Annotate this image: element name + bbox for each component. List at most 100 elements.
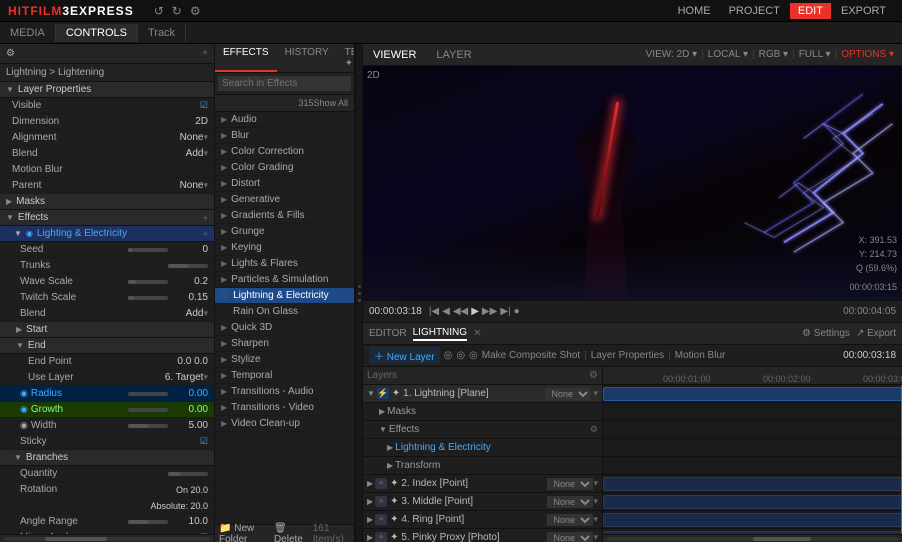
effect-trans-video[interactable]: ▶ Transitions - Video <box>215 400 354 416</box>
settings-btn[interactable]: ⚙ Settings <box>802 328 850 339</box>
tab-viewer[interactable]: VIEWER <box>363 46 426 64</box>
layer-properties-header[interactable]: ▼ Layer Properties <box>0 82 214 98</box>
nav-home[interactable]: HOME <box>670 3 719 19</box>
tab-track[interactable]: Track <box>138 24 186 42</box>
end-header[interactable]: ▼ End <box>0 338 214 354</box>
track-4-select[interactable]: None <box>547 514 593 526</box>
triangle-icon[interactable]: ▼ <box>379 425 387 434</box>
settings-icon[interactable]: ⚙ <box>190 4 201 18</box>
effect-keying[interactable]: ▶ Keying <box>215 240 354 256</box>
triangle-icon[interactable]: ▶ <box>367 497 373 506</box>
tab-history[interactable]: HISTORY <box>277 44 337 72</box>
triangle-icon[interactable]: ▶ <box>367 533 373 542</box>
triangle-icon[interactable]: ▼ <box>367 389 375 398</box>
redo-icon[interactable]: ↻ <box>172 4 182 18</box>
add-icon[interactable]: + <box>202 48 208 59</box>
triangle-icon[interactable]: ▶ <box>387 461 393 470</box>
track-1-expand-icon[interactable]: ▾ <box>593 388 598 399</box>
lightning-more-icon[interactable]: + <box>203 229 208 239</box>
effect-audio[interactable]: ▶ Audio <box>215 112 354 128</box>
local-dropdown[interactable]: LOCAL ▾ <box>708 49 748 60</box>
effect-temporal[interactable]: ▶ Temporal <box>215 368 354 384</box>
tab-media[interactable]: MEDIA <box>0 24 56 42</box>
nav-edit[interactable]: EDIT <box>790 3 831 19</box>
play-back-btn[interactable]: ◀◀ <box>453 306 468 317</box>
new-layer-btn[interactable]: ＋ New Layer <box>369 347 440 364</box>
icon1[interactable]: ◎ <box>444 350 453 361</box>
start-header[interactable]: ▶ Start <box>0 322 214 338</box>
step-fwd-btn[interactable]: ▶| <box>500 306 510 317</box>
tab-effects[interactable]: EFFECTS <box>215 44 277 72</box>
show-all-row[interactable]: Show All 315 <box>215 95 354 112</box>
effect-distort[interactable]: ▶ Distort <box>215 176 354 192</box>
settings-icon-small[interactable]: ⚙ <box>589 370 598 381</box>
lightning-effect-header[interactable]: ▼ ◉ Lighting & Electricity + <box>0 226 214 242</box>
tab-layer[interactable]: LAYER <box>426 46 481 64</box>
make-composite-btn[interactable]: Make Composite Shot <box>482 350 580 361</box>
track-2-select[interactable]: None <box>547 478 593 490</box>
effect-blur[interactable]: ▶ Blur <box>215 128 354 144</box>
full-dropdown[interactable]: FULL ▾ <box>799 49 831 60</box>
new-folder-btn[interactable]: 📁 New Folder <box>219 523 268 542</box>
nav-export[interactable]: EXPORT <box>833 3 894 19</box>
play-btn[interactable]: ▶ <box>471 306 479 317</box>
effect-stylize[interactable]: ▶ Stylize <box>215 352 354 368</box>
tab-controls[interactable]: CONTROLS <box>56 24 138 42</box>
play-start-btn[interactable]: |◀ <box>429 306 439 317</box>
effect-lightning[interactable]: ☑ Lightning & Electricity <box>215 288 354 304</box>
triangle-icon[interactable]: ▶ <box>367 515 373 524</box>
effect-generative[interactable]: ▶ Generative <box>215 192 354 208</box>
delete-btn[interactable]: 🗑 Delete <box>274 523 307 542</box>
view-2d-dropdown[interactable]: VIEW: 2D ▾ <box>646 49 698 60</box>
tab-te[interactable]: TE ✦ <box>337 44 355 72</box>
coord-x: X: 391.53 <box>856 233 897 247</box>
effect-rain[interactable]: Rain On Glass <box>215 304 354 320</box>
play-fwd-btn[interactable]: ▶▶ <box>482 306 497 317</box>
clip-1[interactable] <box>603 387 902 401</box>
options-dropdown[interactable]: OPTIONS ▾ <box>841 49 894 60</box>
effects-header[interactable]: ▼ Effects + <box>0 210 214 226</box>
record-btn[interactable]: ● <box>514 306 520 317</box>
step-back-btn[interactable]: ◀ <box>442 306 450 317</box>
prop-wave-scale: Wave Scale 0.2 <box>0 274 214 290</box>
track-1-blend-select[interactable]: NoneAdd <box>545 388 591 400</box>
undo-icon[interactable]: ↺ <box>154 4 164 18</box>
effect-video-cleanup[interactable]: ▶ Video Clean-up <box>215 416 354 432</box>
effect-trans-audio[interactable]: ▶ Transitions - Audio <box>215 384 354 400</box>
layer-props-btn[interactable]: Layer Properties <box>591 350 664 361</box>
effect-color-correction[interactable]: ▶ Color Correction <box>215 144 354 160</box>
icon2[interactable]: ◎ <box>456 350 465 361</box>
effect-gradients[interactable]: ▶ Gradients & Fills <box>215 208 354 224</box>
close-tab-icon[interactable]: ✕ <box>473 328 481 339</box>
left-panel-scrollbar[interactable] <box>0 534 214 542</box>
track-3-select[interactable]: None <box>547 496 593 508</box>
clip-5[interactable] <box>603 531 902 534</box>
clip-4[interactable] <box>603 513 902 527</box>
clip-3[interactable] <box>603 495 902 509</box>
arrow-icon[interactable]: ▶ <box>379 407 385 416</box>
export-btn[interactable]: ↗ Export <box>856 328 896 339</box>
effect-sharpen[interactable]: ▶ Sharpen <box>215 336 354 352</box>
lightning-tab[interactable]: LIGHTNING <box>413 327 467 341</box>
effect-color-grading[interactable]: ▶ Color Grading <box>215 160 354 176</box>
triangle-icon[interactable]: ▶ <box>387 443 393 452</box>
motion-blur-btn[interactable]: Motion Blur <box>675 350 726 361</box>
clip-2[interactable] <box>603 477 902 491</box>
effect-grunge[interactable]: ▶ Grunge <box>215 224 354 240</box>
timeline-hscroll[interactable] <box>603 534 902 542</box>
rgb-dropdown[interactable]: RGB ▾ <box>759 49 788 60</box>
editor-tab[interactable]: EDITOR <box>369 328 407 339</box>
icon3[interactable]: ◎ <box>469 350 478 361</box>
effects-add-btn[interactable]: ⚙ <box>590 424 598 435</box>
properties-scroll[interactable]: ▼ Layer Properties Visible ☑ Dimension 2… <box>0 82 214 534</box>
search-input[interactable] <box>218 76 351 91</box>
effect-quick3d[interactable]: ▶ Quick 3D <box>215 320 354 336</box>
branches-header[interactable]: ▼ Branches <box>0 450 214 466</box>
effect-lights[interactable]: ▶ Lights & Flares <box>215 256 354 272</box>
effect-particles[interactable]: ▶ Particles & Simulation <box>215 272 354 288</box>
masks-header[interactable]: ▶ Masks <box>0 194 214 210</box>
track-5-select[interactable]: None <box>547 532 593 542</box>
nav-project[interactable]: PROJECT <box>721 3 788 19</box>
effects-add-icon[interactable]: + <box>203 213 208 223</box>
triangle-icon[interactable]: ▶ <box>367 479 373 488</box>
